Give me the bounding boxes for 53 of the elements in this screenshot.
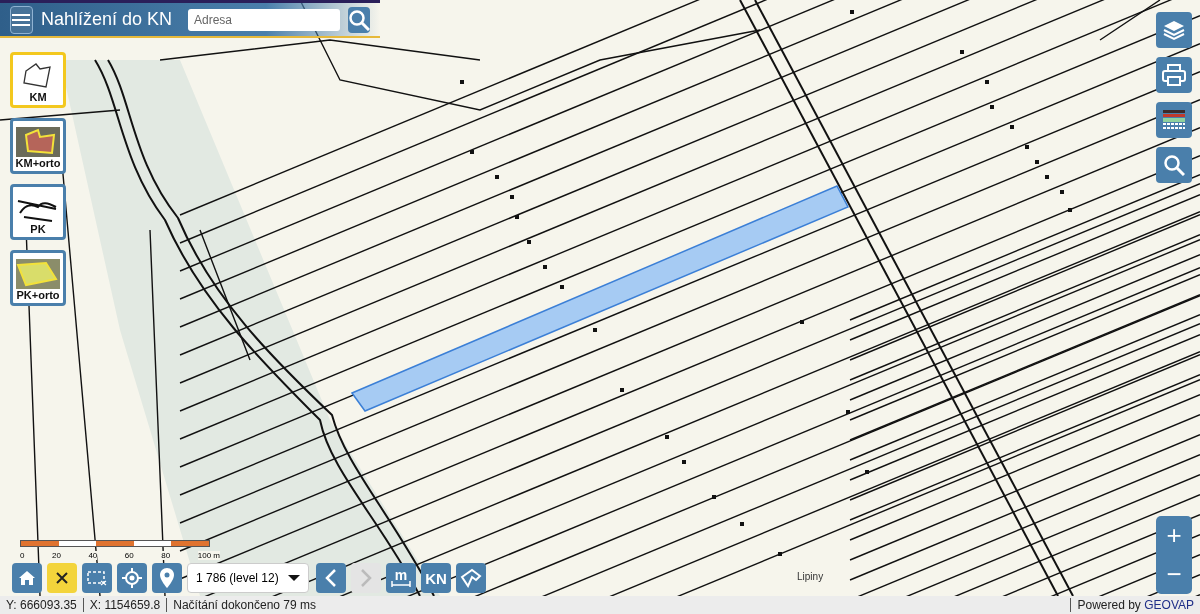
menu-icon: [12, 12, 31, 27]
pin-button[interactable]: [152, 563, 182, 593]
place-label: Lipiny: [797, 571, 824, 582]
map-pin-icon: [160, 568, 174, 588]
print-button[interactable]: [1156, 57, 1192, 93]
status-message: Načítání dokončeno 79 ms: [172, 598, 317, 612]
scale-label: 40: [88, 551, 98, 560]
cadastre-button[interactable]: KN: [421, 563, 451, 593]
aerial-parcel-icon: [16, 127, 60, 157]
legend-icon: [1162, 109, 1186, 131]
legend-button[interactable]: [1156, 102, 1192, 138]
scale-dropdown[interactable]: 1 786 (level 12): [187, 563, 309, 593]
dashed-rectangle-icon: [87, 570, 107, 586]
measure-button[interactable]: m: [386, 563, 416, 593]
selected-parcel[interactable]: [350, 185, 850, 412]
scale-label: 60: [124, 551, 134, 560]
search-icon: [348, 8, 370, 31]
polygon-button[interactable]: [456, 563, 486, 593]
y-coordinate: Y: 666093.35: [5, 598, 78, 612]
app-title: Nahlížení do KN: [40, 9, 172, 30]
scale-label: 80: [161, 551, 171, 560]
aerial-map-icon: [16, 259, 60, 289]
printer-icon: [1162, 64, 1186, 86]
locate-button[interactable]: [117, 563, 147, 593]
select-button[interactable]: [82, 563, 112, 593]
clear-button[interactable]: [47, 563, 77, 593]
chevron-left-icon: [325, 569, 337, 587]
crosshair-icon: [122, 568, 142, 588]
address-search-field[interactable]: Adresa: [188, 8, 340, 31]
polygon-icon: [460, 568, 482, 588]
scale-label: 0: [20, 551, 25, 560]
x-coordinate: X: 1154659.8: [88, 598, 162, 612]
ruler-icon: [391, 581, 411, 587]
home-button[interactable]: [12, 563, 42, 593]
back-button[interactable]: [316, 563, 346, 593]
map-layer-button[interactable]: PK+orto: [10, 250, 66, 306]
map-layer-button[interactable]: PK: [10, 184, 66, 240]
map-layer-button[interactable]: KM+orto: [10, 118, 66, 174]
layers-button[interactable]: [1156, 12, 1192, 48]
search-button[interactable]: [1156, 147, 1192, 183]
scale-label: 20: [52, 551, 61, 560]
search-icon: [1163, 154, 1185, 176]
menu-button[interactable]: [10, 5, 33, 34]
powered-by-text: Powered by GEOVAP: [1076, 598, 1195, 612]
chevron-right-icon: [360, 569, 372, 587]
home-icon: [18, 569, 36, 587]
zoom-out-button[interactable]: −: [1156, 555, 1192, 594]
map-layer-button[interactable]: KM: [10, 52, 66, 108]
scale-label: 100 m: [197, 551, 220, 560]
layers-icon: [1163, 19, 1185, 41]
zoom-in-button[interactable]: +: [1156, 516, 1192, 555]
search-button[interactable]: [348, 6, 370, 33]
close-icon: [55, 571, 69, 585]
